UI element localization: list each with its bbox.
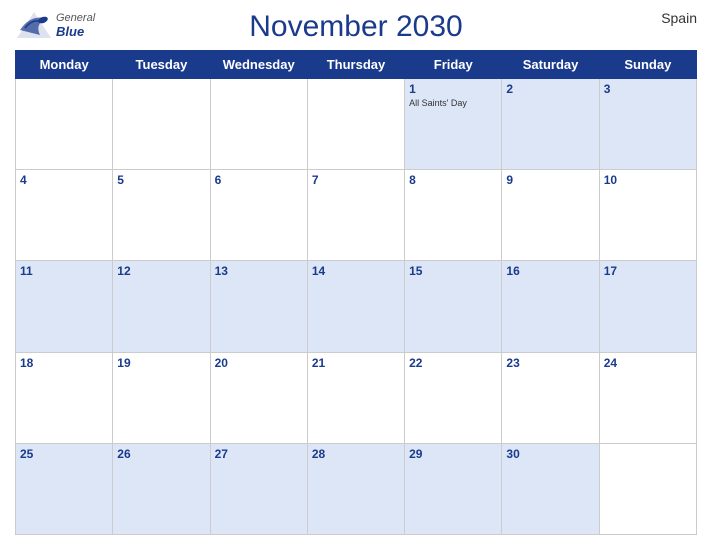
date-number: 27 <box>215 447 303 461</box>
calendar-cell: 27 <box>210 443 307 534</box>
date-number: 20 <box>215 356 303 370</box>
date-number: 9 <box>506 173 594 187</box>
date-number: 17 <box>604 264 692 278</box>
date-number: 30 <box>506 447 594 461</box>
calendar-cell: 7 <box>307 170 404 261</box>
calendar-cell: 6 <box>210 170 307 261</box>
calendar-cell: 1 All Saints' Day <box>405 79 502 170</box>
calendar-cell: 24 <box>599 352 696 443</box>
calendar-cell: 21 <box>307 352 404 443</box>
week-row-5: 25 26 27 28 29 30 <box>16 443 697 534</box>
date-number: 19 <box>117 356 205 370</box>
calendar-wrapper: General Blue November 2030 Spain Monday … <box>0 0 712 550</box>
weekday-header-row: Monday Tuesday Wednesday Thursday Friday… <box>16 51 697 79</box>
date-number: 1 <box>409 82 497 96</box>
header-row: General Blue November 2030 Spain <box>15 10 697 44</box>
logo-area: General Blue <box>15 10 95 40</box>
calendar-cell: 26 <box>113 443 210 534</box>
logo-blue: Blue <box>56 24 95 39</box>
calendar-cell: 3 <box>599 79 696 170</box>
header-sunday: Sunday <box>599 51 696 79</box>
calendar-cell <box>210 79 307 170</box>
header-tuesday: Tuesday <box>113 51 210 79</box>
calendar-cell <box>113 79 210 170</box>
date-number: 16 <box>506 264 594 278</box>
week-row-4: 18 19 20 21 22 23 24 <box>16 352 697 443</box>
calendar-cell: 15 <box>405 261 502 352</box>
calendar-cell: 20 <box>210 352 307 443</box>
date-number: 6 <box>215 173 303 187</box>
calendar-cell: 22 <box>405 352 502 443</box>
date-number: 4 <box>20 173 108 187</box>
date-number: 21 <box>312 356 400 370</box>
week-row-1: 1 All Saints' Day 23 <box>16 79 697 170</box>
date-number: 5 <box>117 173 205 187</box>
calendar-cell: 25 <box>16 443 113 534</box>
calendar-cell <box>599 443 696 534</box>
header-wednesday: Wednesday <box>210 51 307 79</box>
header-saturday: Saturday <box>502 51 599 79</box>
calendar-cell: 5 <box>113 170 210 261</box>
header-friday: Friday <box>405 51 502 79</box>
logo-icon <box>15 10 53 40</box>
date-number: 18 <box>20 356 108 370</box>
country-label: Spain <box>661 10 697 26</box>
calendar-cell: 10 <box>599 170 696 261</box>
date-number: 25 <box>20 447 108 461</box>
calendar-cell <box>16 79 113 170</box>
date-number: 3 <box>604 82 692 96</box>
calendar-cell: 9 <box>502 170 599 261</box>
date-number: 22 <box>409 356 497 370</box>
calendar-cell: 12 <box>113 261 210 352</box>
date-number: 29 <box>409 447 497 461</box>
calendar-cell: 28 <box>307 443 404 534</box>
date-number: 23 <box>506 356 594 370</box>
logo-general: General <box>56 12 95 24</box>
calendar-cell: 18 <box>16 352 113 443</box>
date-number: 15 <box>409 264 497 278</box>
calendar-cell: 16 <box>502 261 599 352</box>
date-number: 8 <box>409 173 497 187</box>
date-number: 13 <box>215 264 303 278</box>
date-number: 14 <box>312 264 400 278</box>
week-row-3: 11 12 13 14 15 16 17 <box>16 261 697 352</box>
calendar-cell: 30 <box>502 443 599 534</box>
date-number: 24 <box>604 356 692 370</box>
holiday-label: All Saints' Day <box>409 98 497 108</box>
calendar-cell: 4 <box>16 170 113 261</box>
calendar-cell: 17 <box>599 261 696 352</box>
calendar-cell <box>307 79 404 170</box>
calendar-title: November 2030 <box>249 10 462 44</box>
calendar-cell: 14 <box>307 261 404 352</box>
calendar-cell: 13 <box>210 261 307 352</box>
date-number: 11 <box>20 264 108 278</box>
calendar-table: Monday Tuesday Wednesday Thursday Friday… <box>15 50 697 535</box>
header-monday: Monday <box>16 51 113 79</box>
date-number: 7 <box>312 173 400 187</box>
date-number: 26 <box>117 447 205 461</box>
date-number: 12 <box>117 264 205 278</box>
calendar-cell: 23 <box>502 352 599 443</box>
calendar-cell: 2 <box>502 79 599 170</box>
calendar-cell: 11 <box>16 261 113 352</box>
week-row-2: 456789 10 <box>16 170 697 261</box>
calendar-cell: 19 <box>113 352 210 443</box>
calendar-cell: 8 <box>405 170 502 261</box>
date-number: 2 <box>506 82 594 96</box>
date-number: 28 <box>312 447 400 461</box>
date-number: 10 <box>604 173 692 187</box>
header-thursday: Thursday <box>307 51 404 79</box>
calendar-cell: 29 <box>405 443 502 534</box>
